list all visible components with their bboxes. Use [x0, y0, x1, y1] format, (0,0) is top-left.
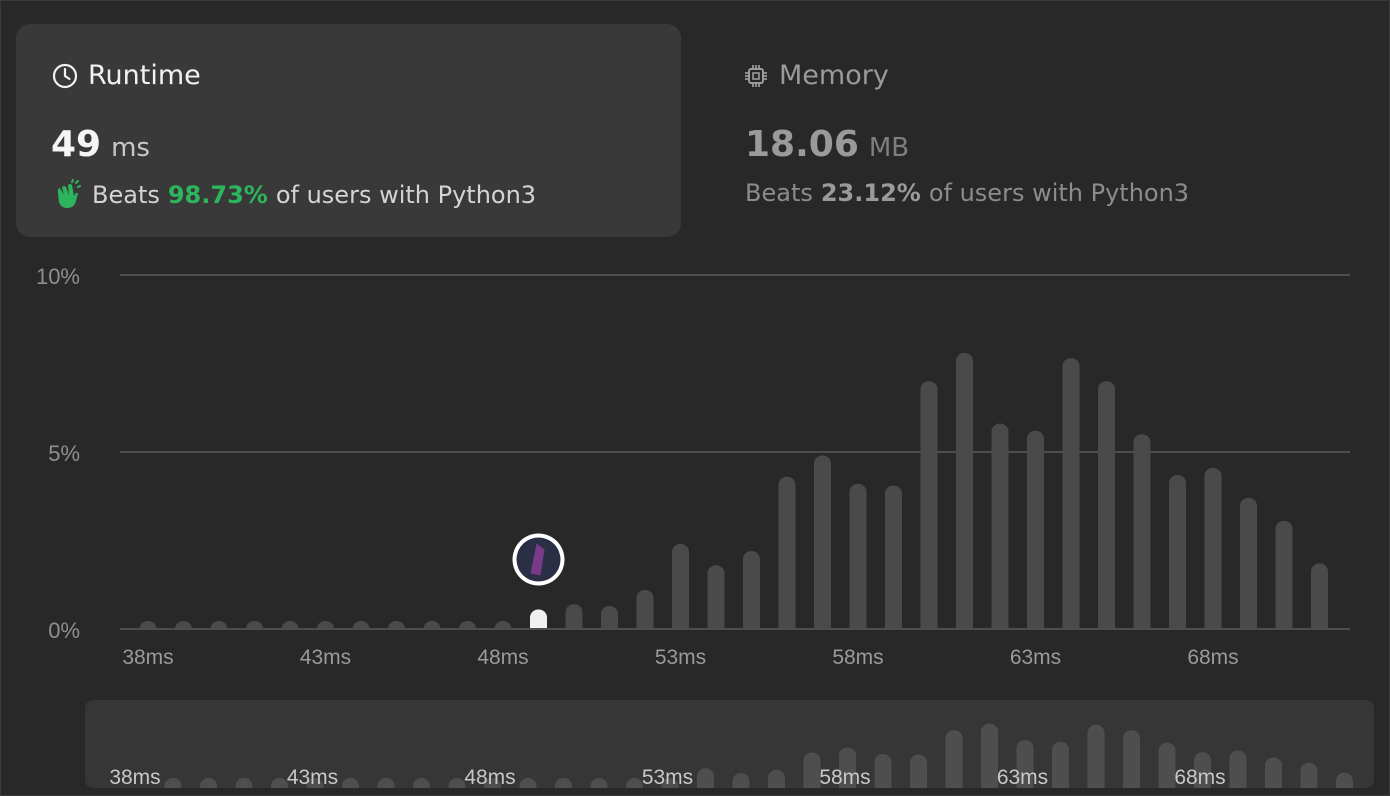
mini-bar: [1123, 730, 1140, 788]
mini-bar: [448, 778, 466, 788]
bar: [1275, 521, 1293, 637]
mini-x-tick-label: 38ms: [109, 766, 160, 788]
mini-x-tick-label: 48ms: [464, 766, 515, 788]
bar: [1098, 381, 1115, 637]
mini-bar: [803, 752, 821, 788]
bar: [743, 551, 760, 637]
mini-bar: [555, 778, 572, 788]
bar: [1311, 563, 1328, 637]
bar: [814, 455, 831, 637]
bar: [849, 483, 867, 637]
mini-bar: [697, 768, 714, 788]
bar: [672, 544, 689, 637]
mini-bar: [413, 778, 430, 788]
mini-bar: [271, 778, 288, 788]
mini-x-tick-label: 43ms: [287, 766, 338, 788]
mini-bar: [1052, 741, 1069, 788]
chart-range-scroller[interactable]: 38ms 43ms 48ms 53ms 58ms 63ms 68ms: [85, 700, 1374, 788]
bar: [991, 423, 1009, 637]
bar: [956, 352, 973, 637]
mini-bar: [164, 778, 182, 788]
mini-bar: [910, 754, 927, 788]
y-tick-label: 10%: [36, 264, 80, 289]
bar: [707, 565, 725, 637]
mini-bar: [1158, 742, 1176, 788]
baseline-mask: [120, 630, 1350, 640]
bar: [885, 485, 902, 637]
mini-bar: [1265, 757, 1282, 788]
mini-bar: [626, 778, 643, 788]
mini-bar: [945, 730, 963, 788]
mini-bar: [1300, 762, 1318, 788]
mini-bar: [768, 769, 785, 788]
mini-bar: [377, 778, 395, 788]
x-tick-label: 38ms: [122, 646, 173, 669]
bar: [1062, 358, 1080, 637]
y-tick-label: 0%: [48, 618, 80, 643]
mini-x-tick-label: 53ms: [642, 766, 693, 788]
runtime-distribution-chart: 0% 5% 10% 38ms 43ms 48ms 53ms 58ms 63ms 68ms: [36, 264, 1350, 669]
bar: [1240, 498, 1257, 637]
mini-bar: [1336, 772, 1353, 788]
bar: [778, 476, 796, 637]
x-tick-label: 68ms: [1187, 646, 1238, 669]
x-tick-label: 58ms: [832, 646, 883, 669]
mini-bar: [1229, 750, 1247, 788]
mini-bar: [732, 773, 750, 788]
bar: [1027, 430, 1044, 637]
mini-x-tick-label: 68ms: [1174, 766, 1225, 788]
mini-x-tick-label: 58ms: [819, 766, 870, 788]
bar: [1133, 434, 1151, 637]
mini-bar: [200, 778, 217, 788]
mini-bar: [235, 778, 253, 788]
mini-bar: [981, 723, 998, 788]
mini-x-tick-label: 63ms: [997, 766, 1048, 788]
mini-bar: [874, 754, 892, 788]
bar: [1204, 467, 1222, 637]
bar: [1169, 475, 1186, 637]
mini-bar: [590, 778, 608, 788]
mini-bar: [342, 778, 359, 788]
bar: [920, 381, 938, 637]
x-tick-label: 48ms: [477, 646, 528, 669]
x-tick-label: 63ms: [1010, 646, 1061, 669]
mini-bar: [519, 778, 537, 788]
y-tick-label: 5%: [48, 441, 80, 466]
mini-distribution-chart: 38ms 43ms 48ms 53ms 58ms 63ms 68ms: [109, 723, 1353, 788]
x-tick-label: 43ms: [300, 646, 351, 669]
x-tick-label: 53ms: [655, 646, 706, 669]
mini-bar: [1087, 724, 1105, 788]
